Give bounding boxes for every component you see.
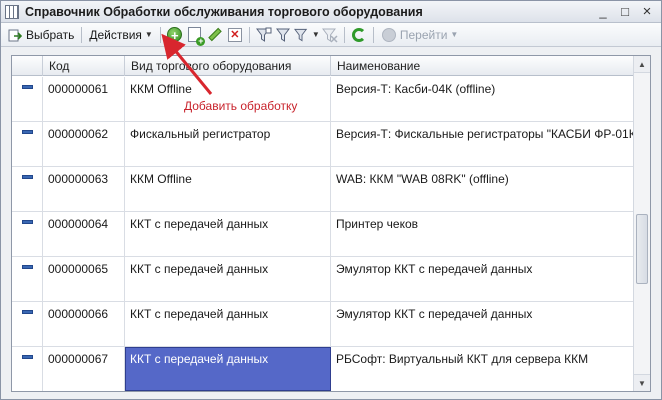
element-icon <box>21 175 33 179</box>
name-cell[interactable]: Эмулятор ККТ с передачей данных <box>331 257 634 301</box>
filter-button[interactable] <box>254 25 274 45</box>
code-cell[interactable]: 000000066 <box>43 302 125 346</box>
toolbar-separator <box>248 26 250 43</box>
refresh-button[interactable] <box>349 25 369 45</box>
type-cell[interactable]: Фискальный регистратор <box>125 122 331 166</box>
actions-menu-button[interactable]: Действия ▼ <box>86 25 156 45</box>
table-row[interactable]: 000000065 ККТ с передачей данных Эмулято… <box>12 257 634 302</box>
filter-list-button[interactable]: ▼ <box>293 25 320 45</box>
catalog-window: Справочник Обработки обслуживания торгов… <box>0 0 662 400</box>
title-bar: Справочник Обработки обслуживания торгов… <box>1 1 661 23</box>
type-cell-selected[interactable]: ККТ с передачей данных <box>125 347 331 391</box>
column-header-equipment-type[interactable]: Вид торгового оборудования <box>125 56 331 76</box>
element-icon <box>21 85 33 89</box>
code-cell[interactable]: 000000067 <box>43 347 125 391</box>
code-cell[interactable]: 000000062 <box>43 122 125 166</box>
filter-by-value-icon <box>275 28 290 42</box>
name-cell[interactable]: Эмулятор ККТ с передачей данных <box>331 302 634 346</box>
type-cell[interactable]: ККМ Offline <box>125 167 331 211</box>
table-header: Код Вид торгового оборудования Наименова… <box>12 56 634 76</box>
element-icon <box>21 220 33 224</box>
select-button[interactable]: Выбрать <box>4 25 77 45</box>
code-cell[interactable]: 000000063 <box>43 167 125 211</box>
table-body: 000000061 ККМ Offline Версия-Т: Касби-04… <box>12 77 634 391</box>
delete-icon: ✕ <box>227 27 242 42</box>
minimize-button[interactable]: _ <box>593 3 613 21</box>
add-icon: + <box>167 27 183 43</box>
window-title: Справочник Обработки обслуживания торгов… <box>25 4 423 19</box>
toolbar: Выбрать Действия ▼ + ✕ ▼ Перейти <box>1 23 661 47</box>
element-icon <box>21 310 33 314</box>
copy-icon <box>188 27 206 46</box>
filter-icon <box>255 27 272 42</box>
toolbar-separator <box>343 26 345 43</box>
column-header-code[interactable]: Код <box>43 56 125 76</box>
column-header-icon[interactable] <box>12 56 43 76</box>
edit-button[interactable] <box>205 25 225 45</box>
type-cell[interactable]: ККТ с передачей данных <box>125 212 331 256</box>
add-button[interactable]: + <box>165 25 185 45</box>
toolbar-separator <box>159 26 161 43</box>
catalog-icon <box>5 4 19 19</box>
vertical-scrollbar[interactable]: ▲ ▼ <box>633 56 650 391</box>
name-cell[interactable]: Версия-Т: Касби-04К (offline) <box>331 77 634 121</box>
scrollbar-thumb[interactable] <box>636 214 648 284</box>
name-cell[interactable]: РБСофт: Виртуальный ККТ для сервера ККМ <box>331 347 634 391</box>
code-cell[interactable]: 000000064 <box>43 212 125 256</box>
scroll-up-icon[interactable]: ▲ <box>634 56 650 73</box>
actions-label: Действия <box>89 27 142 42</box>
table-row[interactable]: 000000063 ККМ Offline WAB: ККМ "WAB 08RK… <box>12 167 634 212</box>
clear-filter-button[interactable] <box>320 25 340 45</box>
filter-list-icon <box>293 28 308 42</box>
clear-filter-icon <box>321 28 338 43</box>
table-row[interactable]: 000000064 ККТ с передачей данных Принтер… <box>12 212 634 257</box>
table-row[interactable]: 000000066 ККТ с передачей данных Эмулято… <box>12 302 634 347</box>
code-cell[interactable]: 000000065 <box>43 257 125 301</box>
close-button[interactable]: × <box>637 3 657 21</box>
table-row-selected[interactable]: 000000067 ККТ с передачей данных РБСофт:… <box>12 347 634 391</box>
maximize-button[interactable]: □ <box>615 3 635 21</box>
name-cell[interactable]: Версия-Т: Фискальные регистраторы "КАСБИ… <box>331 122 634 166</box>
goto-menu-button[interactable]: Перейти ▼ <box>378 25 461 45</box>
edit-icon <box>208 27 222 42</box>
select-icon <box>7 27 23 43</box>
chevron-down-icon: ▼ <box>450 30 459 39</box>
delete-button[interactable]: ✕ <box>225 25 245 45</box>
type-cell[interactable]: ККТ с передачей данных <box>125 302 331 346</box>
goto-label: Перейти <box>399 27 448 42</box>
column-header-name[interactable]: Наименование <box>331 56 634 76</box>
element-icon <box>21 355 33 359</box>
annotation-label: Добавить обработку <box>184 99 298 113</box>
chevron-down-icon: ▼ <box>311 30 320 39</box>
type-cell[interactable]: ККТ с передачей данных <box>125 257 331 301</box>
name-cell[interactable]: WAB: ККМ "WAB 08RK" (offline) <box>331 167 634 211</box>
table-row[interactable]: 000000062 Фискальный регистратор Версия-… <box>12 122 634 167</box>
catalog-table: Код Вид торгового оборудования Наименова… <box>11 55 651 392</box>
go-icon <box>381 27 397 43</box>
copy-button[interactable] <box>185 25 206 46</box>
toolbar-separator <box>372 26 374 43</box>
scroll-down-icon[interactable]: ▼ <box>634 374 650 391</box>
select-label: Выбрать <box>26 27 75 42</box>
table-row[interactable]: 000000061 ККМ Offline Версия-Т: Касби-04… <box>12 77 634 122</box>
element-icon <box>21 265 33 269</box>
chevron-down-icon: ▼ <box>144 30 153 39</box>
filter-by-value-button[interactable] <box>274 25 294 45</box>
code-cell[interactable]: 000000061 <box>43 77 125 121</box>
refresh-icon <box>351 27 366 42</box>
toolbar-separator <box>81 26 83 43</box>
element-icon <box>21 130 33 134</box>
name-cell[interactable]: Принтер чеков <box>331 212 634 256</box>
